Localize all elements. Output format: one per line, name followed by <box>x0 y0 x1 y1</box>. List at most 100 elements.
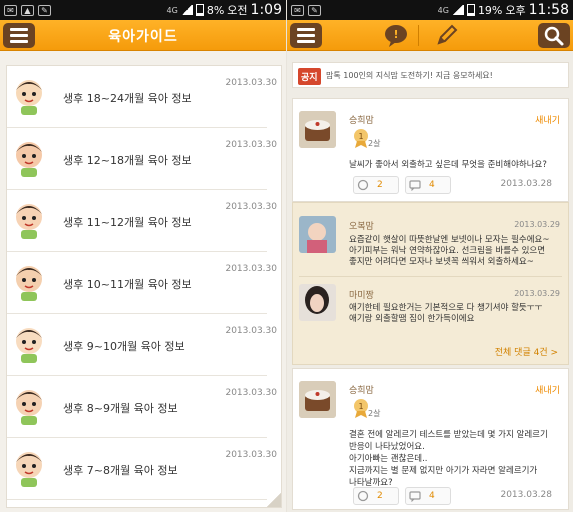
question-bubble-icon[interactable]: ! <box>383 23 409 48</box>
gallery-icon: ▲ <box>21 4 34 16</box>
item-title: 생후 7~8개월 육아 정보 <box>63 464 178 477</box>
edit-icon: ✎ <box>308 4 321 16</box>
clock: 11:58 <box>528 2 569 18</box>
cartoon-baby-icon <box>16 390 42 425</box>
post-date: 2013.03.28 <box>500 179 552 189</box>
notification-icon: ✉ <box>4 4 17 16</box>
guide-list-item[interactable]: 2013.03.30 생후 11~12개월 육아 정보 <box>7 190 277 252</box>
page-curl-corner <box>267 493 281 507</box>
status-bar: ✉ ✎ 4G 19% 오후 11:58 <box>287 0 573 20</box>
signal-icon <box>180 5 193 15</box>
comment-date: 2013.03.29 <box>514 220 560 229</box>
author-name[interactable]: 승희맘 <box>349 113 374 126</box>
pencil-icon[interactable] <box>434 23 460 48</box>
guide-list-item[interactable]: 2013.03.30 생후 8~9개월 육아 정보 <box>7 376 277 438</box>
question-post[interactable]: 승희맘 새내기 1 2살 날씨가 좋아서 외출하고 싶은데 무엇을 준비해야하나… <box>292 98 569 202</box>
status-bar: ✉ ▲ ✎ 4G 8% 오전 1:09 <box>0 0 286 20</box>
cartoon-baby-icon <box>16 452 42 487</box>
title-bar: ! <box>287 20 573 51</box>
comment-icon <box>409 180 421 191</box>
post-body: 날씨가 좋아서 외출하고 싶은데 무엇을 준비해야하나요? <box>349 160 547 170</box>
ampm: 오후 <box>505 4 526 17</box>
battery-percent: 19% <box>477 3 503 17</box>
like-button[interactable]: 2 <box>353 176 399 194</box>
clock: 1:09 <box>250 2 282 18</box>
guide-list-item[interactable]: 2013.03.30 생후 9~10개월 육아 정보 <box>7 314 277 376</box>
battery-percent: 8% <box>206 3 225 17</box>
like-count: 2 <box>377 491 383 501</box>
battery-icon <box>195 4 204 16</box>
title-bar: 육아가이드 <box>0 20 286 51</box>
rank-badge: 새내기 <box>535 386 560 396</box>
item-title: 생후 9~10개월 육아 정보 <box>63 340 185 353</box>
comment-divider <box>299 276 562 277</box>
comment-count: 4 <box>429 180 435 190</box>
like-count: 2 <box>377 180 383 190</box>
question-post[interactable]: 승희맘 새내기 1 2살 결혼 전에 알레르기 테스트를 받았는데 몇 가지 알… <box>292 368 569 510</box>
cartoon-baby-icon <box>16 266 42 301</box>
signal-icon <box>451 5 464 15</box>
comment-date: 2013.03.29 <box>514 289 560 298</box>
ampm: 오전 <box>227 4 248 17</box>
comment-author[interactable]: 오복맘 <box>349 219 374 232</box>
cartoon-baby-icon <box>16 80 42 115</box>
notice-text: 맘톡 100인의 지식맘 도전하기! 지금 응모하세요! <box>326 71 493 80</box>
all-comments-link[interactable]: 전체 댓글 4건 > <box>495 345 558 358</box>
item-date: 2013.03.30 <box>225 326 277 336</box>
item-date: 2013.03.30 <box>225 202 277 212</box>
item-date: 2013.03.30 <box>225 264 277 274</box>
network-label: 4G <box>166 5 178 15</box>
toolbar-divider <box>418 25 419 46</box>
guide-list-item[interactable]: 2013.03.30 생후 12~18개월 육아 정보 <box>7 128 277 190</box>
item-date: 2013.03.30 <box>225 140 277 150</box>
notice-banner[interactable]: 공지 맘톡 100인의 지식맘 도전하기! 지금 응모하세요! <box>292 62 569 88</box>
item-date: 2013.03.30 <box>225 78 277 88</box>
rank-badge: 새내기 <box>535 116 560 126</box>
guide-list-item[interactable]: 2013.03.30 생후 7~8개월 육아 정보 <box>7 438 277 500</box>
item-title: 생후 12~18개월 육아 정보 <box>63 154 192 167</box>
post-date: 2013.03.28 <box>500 490 552 500</box>
guide-list-item[interactable]: 2013.03.30 생후 18~24개월 육아 정보 <box>7 66 277 128</box>
post-body: 결혼 전에 알레르기 테스트를 받았는데 몇 가지 알레르기 반응이 나타났었어… <box>349 430 548 488</box>
baby-avatar <box>299 216 336 253</box>
cartoon-baby-icon <box>16 142 42 177</box>
level-text: 2살 <box>368 139 381 148</box>
author-name[interactable]: 승희맘 <box>349 383 374 396</box>
guide-list: 2013.03.30 생후 18~24개월 육아 정보 2013.03.30 생후 1… <box>6 65 282 508</box>
search-button[interactable] <box>538 23 570 48</box>
cake-avatar <box>299 381 336 418</box>
guide-list-item[interactable]: 2013.03.30 생후 10~11개월 육아 정보 <box>7 252 277 314</box>
battery-icon <box>466 4 475 16</box>
comment-body: 요즘같이 햇살이 따뜻한날엔 보넷이나 모자는 필수에요~ 아기피부는 워낙 연… <box>349 235 550 267</box>
comment-author[interactable]: 마미짱 <box>349 288 374 301</box>
left-screen: ✉ ▲ ✎ 4G 8% 오전 1:09 육아가이드 2013.03.30 생후 1… <box>0 0 286 512</box>
right-screen: ✉ ✎ 4G 19% 오후 11:58 ! 공지 맘톡 100인의 지식맘 도전… <box>287 0 573 512</box>
refresh-icon <box>357 179 369 191</box>
refresh-icon <box>357 490 369 502</box>
svg-text:1: 1 <box>358 132 363 141</box>
svg-text:!: ! <box>393 28 398 41</box>
svg-text:1: 1 <box>358 402 363 411</box>
search-icon <box>544 26 564 46</box>
menu-button[interactable] <box>290 23 322 48</box>
cartoon-baby-icon <box>16 204 42 239</box>
comment-button[interactable]: 4 <box>405 487 451 505</box>
woman-avatar <box>299 284 336 321</box>
comment-body: 애기한테 필요한거는 기본적으로 다 챙기셔야 할듯ㅜㅜ 애기랑 외출할땜 짐이… <box>349 303 543 324</box>
item-title: 생후 8~9개월 육아 정보 <box>63 402 178 415</box>
item-title: 생후 18~24개월 육아 정보 <box>63 92 192 105</box>
item-date: 2013.03.30 <box>225 388 277 398</box>
item-date: 2013.03.30 <box>225 450 277 460</box>
page-title: 육아가이드 <box>108 29 178 45</box>
cartoon-baby-icon <box>16 328 42 363</box>
edit-icon: ✎ <box>38 4 51 16</box>
network-label: 4G <box>437 5 449 15</box>
level-text: 2살 <box>368 409 381 418</box>
comment-section: 오복맘 2013.03.29 요즘같이 햇살이 따뜻한날엔 보넷이나 모자는 필… <box>292 202 569 365</box>
comment-button[interactable]: 4 <box>405 176 451 194</box>
item-title: 생후 11~12개월 육아 정보 <box>63 216 192 229</box>
cake-avatar <box>299 111 336 148</box>
like-button[interactable]: 2 <box>353 487 399 505</box>
comment-icon <box>409 491 421 502</box>
item-title: 생후 10~11개월 육아 정보 <box>63 278 192 291</box>
